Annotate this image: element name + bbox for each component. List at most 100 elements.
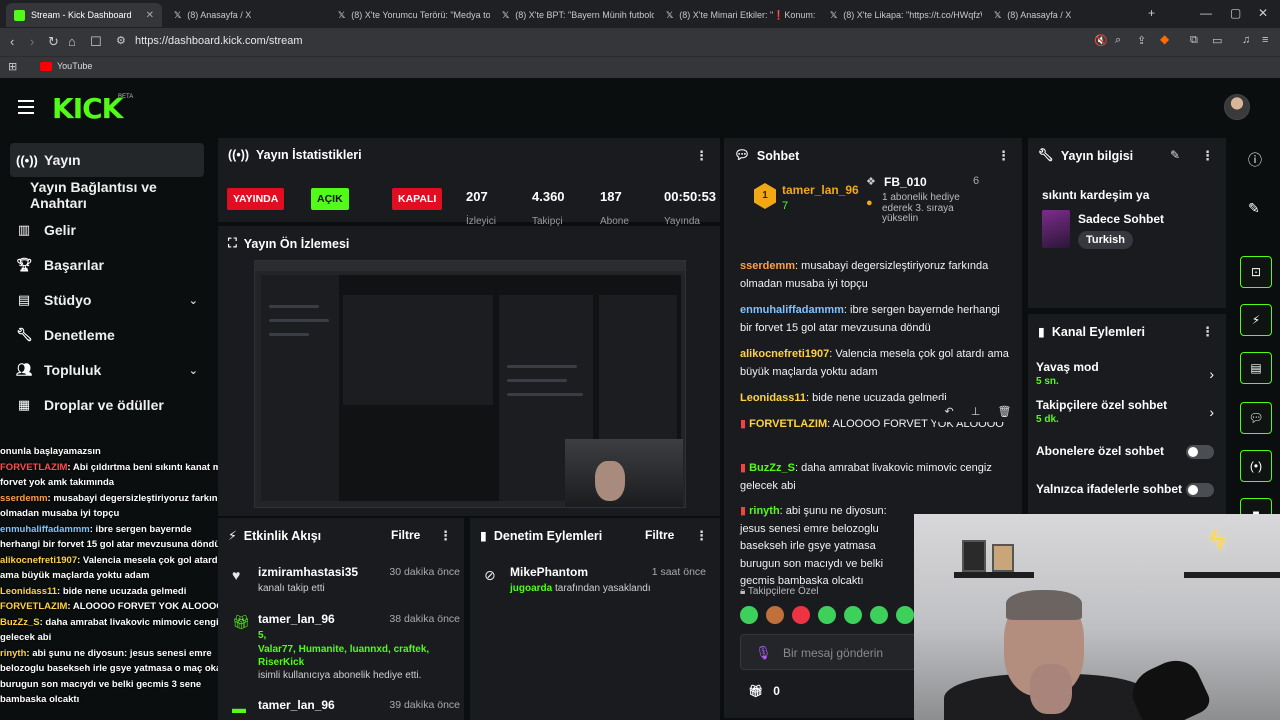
- sidebar-item-droplar[interactable]: ▦ Droplar ve ödüller: [10, 388, 204, 422]
- sidebar-item-topluluk[interactable]: 👥︎ Topluluk ⌄: [10, 353, 204, 387]
- overlay-chat-line: FORVETLAZIM: Abi çıldırtma beni sıkıntı …: [0, 461, 224, 489]
- subs-only-toggle[interactable]: [1186, 445, 1214, 459]
- bookmark-icon[interactable]: ☐: [90, 34, 102, 50]
- emote-icon[interactable]: [870, 606, 888, 624]
- camera-button[interactable]: ⊡: [1240, 256, 1272, 288]
- edit-icon[interactable]: ✎: [1170, 148, 1180, 162]
- tab-kick-dashboard[interactable]: Stream - Kick Dashboard ✕: [6, 3, 162, 27]
- x-favicon-icon: 𝕏: [830, 9, 838, 20]
- sidebar-item-basarilar[interactable]: 🏆︎ Başarılar: [10, 248, 204, 282]
- sidebar-toggle-icon[interactable]: ▭: [1212, 34, 1222, 47]
- sidebar-item-gelir[interactable]: ▥ Gelir: [10, 213, 204, 247]
- emote-icon[interactable]: [844, 606, 862, 624]
- tab-x-post[interactable]: 𝕏 (8) X'te Likapa: "https://t.co/HWqfzW: [822, 3, 982, 27]
- bookmark-youtube[interactable]: YouTube: [40, 61, 92, 71]
- maximize-icon[interactable]: ▢: [1230, 6, 1241, 20]
- chat-user[interactable]: sserdemm: [740, 260, 795, 272]
- info-icon[interactable]: ⓘ: [1248, 150, 1262, 170]
- minimize-icon[interactable]: —: [1200, 6, 1212, 20]
- more-options-icon[interactable]: ⋮: [695, 148, 708, 164]
- chat-user[interactable]: rinyth: [749, 505, 780, 517]
- broadcast-button[interactable]: (•): [1240, 450, 1272, 482]
- sidebar-item-label: Yayın: [44, 152, 81, 168]
- points-value: 0: [773, 684, 780, 698]
- chevron-down-icon[interactable]: ⌄: [189, 364, 198, 377]
- chat-user[interactable]: alikocnefreti1907: [740, 348, 829, 360]
- activity-user[interactable]: tamer_lan_96: [258, 698, 335, 712]
- emote-icon[interactable]: [740, 606, 758, 624]
- delete-icon[interactable]: 🗑︎: [997, 405, 1011, 418]
- open-badge[interactable]: AÇIK: [311, 188, 349, 210]
- banned-user[interactable]: jugoarda: [510, 583, 552, 594]
- tab-x-post[interactable]: 𝕏 (8) X'te Yorumcu Terörü: "Medya tos: [330, 3, 490, 27]
- reload-icon[interactable]: ↻: [48, 34, 59, 50]
- reply-icon[interactable]: ↶: [945, 405, 954, 418]
- mute-icon[interactable]: 🔇: [1094, 34, 1108, 47]
- forward-icon[interactable]: ›: [30, 34, 34, 49]
- chevron-down-icon[interactable]: ⌄: [189, 294, 198, 307]
- more-options-icon[interactable]: ⋮: [695, 528, 708, 544]
- tab-x-home[interactable]: 𝕏 (8) Anasayfa / X: [986, 3, 1136, 27]
- close-window-icon[interactable]: ✕: [1258, 6, 1268, 20]
- home-icon[interactable]: ⌂: [68, 34, 76, 49]
- close-tab-icon[interactable]: ✕: [146, 10, 154, 21]
- chat-user[interactable]: enmuhaliffadammm: [740, 304, 844, 316]
- chat-button[interactable]: 💬︎: [1240, 402, 1272, 434]
- sidebar-item-stream-key[interactable]: Yayın Bağlantısı ve Anahtarı: [10, 178, 204, 212]
- more-options-icon[interactable]: ⋮: [1201, 324, 1214, 340]
- share-icon[interactable]: ⇪: [1137, 34, 1146, 47]
- pin-icon[interactable]: ⊥: [971, 405, 981, 418]
- sidebar-item-yayin[interactable]: ((•)) Yayın: [10, 143, 204, 177]
- brave-shield-icon[interactable]: ◆: [1160, 32, 1169, 46]
- chat-user[interactable]: Leonidass11: [740, 392, 806, 404]
- chevron-right-icon[interactable]: ›: [1209, 366, 1214, 382]
- extensions-icon[interactable]: ⧉: [1190, 34, 1198, 47]
- tab-x-post[interactable]: 𝕏 (8) X'te BPT: "Bayern Münih futbolcu: [494, 3, 654, 27]
- media-icon[interactable]: ♫: [1242, 34, 1250, 46]
- sidebar-item-studyo[interactable]: ▤ Stüdyo ⌄: [10, 283, 204, 317]
- chat-user[interactable]: FORVETLAZIM: [749, 418, 827, 430]
- notes-button[interactable]: ▤: [1240, 352, 1272, 384]
- apps-grid-icon[interactable]: ⊞: [8, 60, 17, 73]
- category-name[interactable]: Sadece Sohbet: [1078, 212, 1164, 226]
- second-user[interactable]: FB_010: [884, 175, 927, 189]
- sidebar-item-denetleme[interactable]: 🔧︎ Denetleme: [10, 318, 204, 352]
- emote-only-toggle[interactable]: [1186, 483, 1214, 497]
- tab-x-post[interactable]: 𝕏 (8) X'te Mimari Etkiler: "❗Konum: B: [658, 3, 818, 27]
- chevron-right-icon[interactable]: ›: [1209, 404, 1214, 420]
- more-options-icon[interactable]: ⋮: [1201, 148, 1214, 164]
- activity-user[interactable]: izmiramhastasi35: [258, 565, 358, 579]
- back-icon[interactable]: ‹: [10, 34, 14, 49]
- zoom-icon[interactable]: ⌕: [1115, 34, 1121, 47]
- mic-icon[interactable]: 🎙︎: [755, 645, 772, 661]
- emote-icon[interactable]: [818, 606, 836, 624]
- leader-user[interactable]: tamer_lan_96: [782, 183, 859, 197]
- url-input[interactable]: https://dashboard.kick.com/stream: [135, 35, 303, 47]
- user-avatar[interactable]: [1224, 94, 1250, 120]
- filter-button[interactable]: Filtre: [645, 528, 674, 542]
- more-options-icon[interactable]: ⋮: [439, 528, 452, 544]
- preview-video[interactable]: [254, 260, 686, 508]
- closed-badge[interactable]: KAPALI: [392, 188, 443, 210]
- menu-icon[interactable]: ≡: [1262, 34, 1268, 46]
- tab-x-home[interactable]: 𝕏 (8) Anasayfa / X: [166, 3, 326, 27]
- moderator-name[interactable]: MikePhantom: [510, 565, 588, 579]
- raid-button[interactable]: ⚡︎: [1240, 304, 1272, 336]
- hamburger-menu-icon[interactable]: [18, 100, 34, 114]
- emote-icon[interactable]: [766, 606, 784, 624]
- slow-mode-row[interactable]: Yavaş mod 5 sn. ›: [1036, 360, 1214, 392]
- emote-icon[interactable]: [896, 606, 914, 624]
- chat-user[interactable]: BuzZz_S: [749, 462, 795, 474]
- emote-icon[interactable]: [792, 606, 810, 624]
- channel-points[interactable]: 🎁︎ 0: [748, 684, 780, 698]
- kick-logo[interactable]: KICK: [52, 92, 123, 125]
- more-options-icon[interactable]: ⋮: [997, 148, 1010, 164]
- pencil-icon[interactable]: ✎: [1248, 200, 1260, 217]
- followers-only-row[interactable]: Takipçilere özel sohbet 5 dk. ›: [1036, 398, 1214, 430]
- preview-line: [507, 393, 583, 396]
- filter-button[interactable]: Filtre: [391, 528, 420, 542]
- kick-favicon-icon: [14, 9, 25, 21]
- activity-user[interactable]: tamer_lan_96: [258, 612, 335, 626]
- new-tab-icon[interactable]: +: [1148, 6, 1155, 20]
- site-info-icon[interactable]: ⚙: [116, 34, 126, 47]
